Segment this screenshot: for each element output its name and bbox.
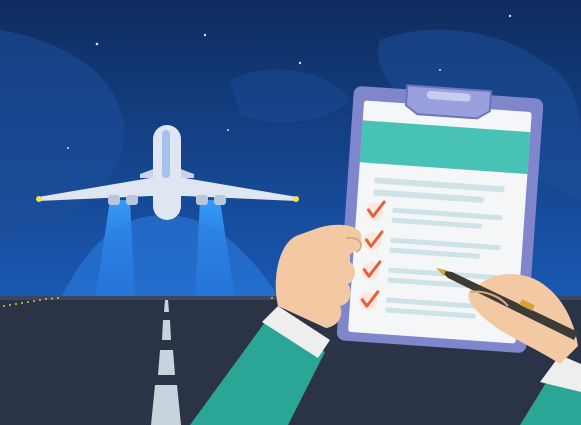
airplane-engine (126, 195, 138, 205)
wingtip-light (36, 196, 42, 202)
illustration-svg (0, 0, 581, 425)
illustration-scene (0, 0, 581, 425)
wingtip-light (293, 196, 299, 202)
clipboard-clip (404, 84, 493, 120)
airplane-engine (214, 195, 226, 205)
airplane-engine (196, 195, 208, 205)
airplane-engine (108, 195, 120, 205)
